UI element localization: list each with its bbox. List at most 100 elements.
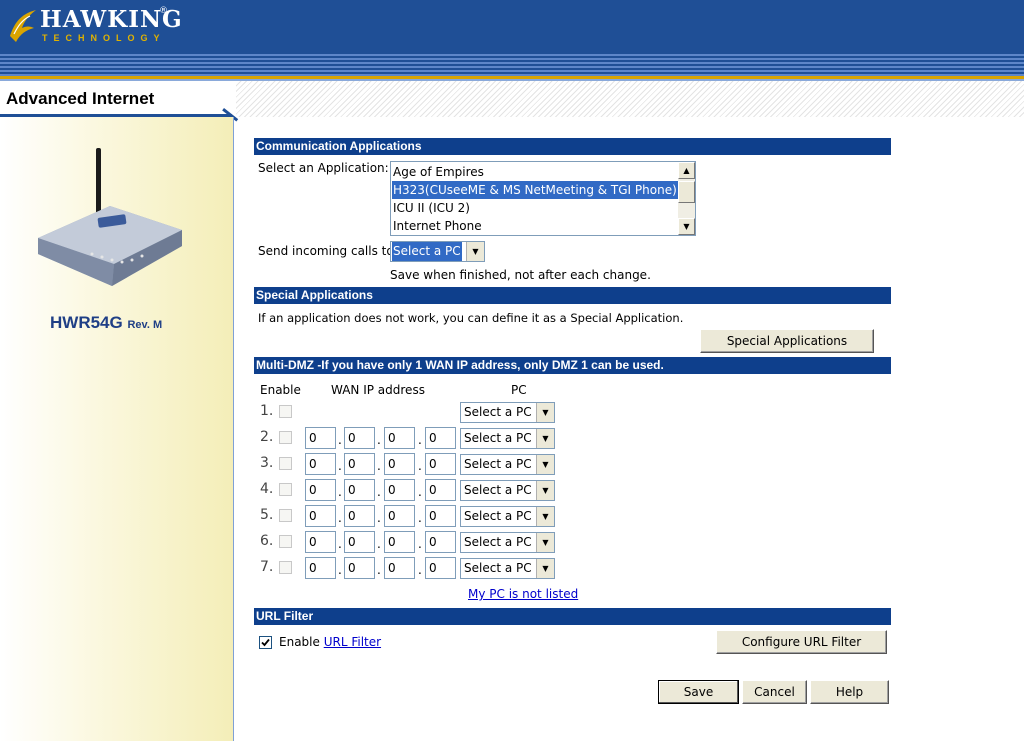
- dmz-ip-octet-4[interactable]: 0: [425, 427, 456, 449]
- save-button[interactable]: Save: [658, 680, 739, 704]
- configure-url-filter-button[interactable]: Configure URL Filter: [716, 630, 887, 654]
- dmz-ip-octet-3[interactable]: 0: [384, 531, 415, 553]
- ip-dot: .: [338, 537, 342, 551]
- router-image: [38, 148, 182, 286]
- chevron-down-icon[interactable]: ▼: [536, 481, 554, 500]
- dmz-pc-select[interactable]: Select a PC ▼: [460, 558, 555, 579]
- dmz-ip-octet-1[interactable]: 0: [305, 531, 336, 553]
- special-applications-button[interactable]: Special Applications: [700, 329, 874, 353]
- dmz-pc-select[interactable]: Select a PC ▼: [460, 402, 555, 423]
- scroll-thumb[interactable]: [678, 181, 695, 203]
- dmz-ip-octet-4[interactable]: 0: [425, 505, 456, 527]
- ip-dot: .: [377, 433, 381, 447]
- dmz-ip-octet-4[interactable]: 0: [425, 557, 456, 579]
- dmz-ip-octet-2[interactable]: 0: [344, 427, 375, 449]
- dmz-pc-value: Select a PC: [464, 535, 532, 549]
- chevron-down-icon[interactable]: ▼: [466, 242, 484, 261]
- dmz-ip-octet-3[interactable]: 0: [384, 453, 415, 475]
- model-number: HWR54G: [50, 313, 123, 332]
- help-button[interactable]: Help: [810, 680, 889, 704]
- dmz-ip-octet-2[interactable]: 0: [344, 557, 375, 579]
- chevron-down-icon[interactable]: ▼: [536, 507, 554, 526]
- dmz-ip-octet-3[interactable]: 0: [384, 505, 415, 527]
- ip-dot: .: [338, 459, 342, 473]
- header-stripes: [0, 52, 1024, 76]
- dmz-enable-checkbox[interactable]: [279, 405, 292, 418]
- dmz-enable-checkbox[interactable]: [279, 483, 292, 496]
- ip-dot: .: [338, 511, 342, 525]
- dmz-ip-octet-1[interactable]: 0: [305, 557, 336, 579]
- chevron-down-icon[interactable]: ▼: [536, 533, 554, 552]
- dmz-row-number: 7.: [260, 559, 274, 575]
- select-application-label: Select an Application:: [258, 161, 389, 175]
- ip-dot: .: [338, 563, 342, 577]
- dmz-pc-value: Select a PC: [464, 509, 532, 523]
- dmz-ip-octet-4[interactable]: 0: [425, 479, 456, 501]
- listbox-scrollbar[interactable]: ▲ ▼: [678, 162, 695, 235]
- dmz-pc-select[interactable]: Select a PC ▼: [460, 454, 555, 475]
- dmz-ip-octet-3[interactable]: 0: [384, 557, 415, 579]
- dmz-ip-octet-2[interactable]: 0: [344, 479, 375, 501]
- send-calls-label: Send incoming calls to:: [258, 244, 398, 258]
- dmz-enable-checkbox[interactable]: [279, 535, 292, 548]
- dmz-ip-octet-1[interactable]: 0: [305, 479, 336, 501]
- dmz-pc-value: Select a PC: [464, 405, 532, 419]
- dmz-pc-select[interactable]: Select a PC ▼: [460, 506, 555, 527]
- ip-dot: .: [418, 537, 422, 551]
- chevron-down-icon[interactable]: ▼: [536, 403, 554, 422]
- dmz-row-number: 2.: [260, 429, 274, 445]
- ip-dot: .: [418, 485, 422, 499]
- save-note: Save when finished, not after each chang…: [390, 268, 651, 282]
- section-multi-dmz: Multi-DMZ -If you have only 1 WAN IP add…: [254, 357, 891, 374]
- title-hatch-pattern: [236, 81, 1024, 117]
- section-url-filter: URL Filter: [254, 608, 891, 625]
- dmz-ip-octet-3[interactable]: 0: [384, 427, 415, 449]
- list-item[interactable]: ICU II (ICU 2): [393, 199, 470, 217]
- dmz-ip-octet-1[interactable]: 0: [305, 505, 336, 527]
- dmz-ip-octet-2[interactable]: 0: [344, 505, 375, 527]
- dmz-ip-octet-4[interactable]: 0: [425, 453, 456, 475]
- special-desc: If an application does not work, you can…: [258, 311, 684, 325]
- chevron-down-icon[interactable]: ▼: [536, 455, 554, 474]
- dmz-ip-octet-1[interactable]: 0: [305, 453, 336, 475]
- ip-dot: .: [418, 433, 422, 447]
- dmz-enable-checkbox[interactable]: [279, 457, 292, 470]
- dmz-pc-select[interactable]: Select a PC ▼: [460, 428, 555, 449]
- dmz-ip-octet-1[interactable]: 0: [305, 427, 336, 449]
- dmz-ip-octet-3[interactable]: 0: [384, 479, 415, 501]
- ip-dot: .: [418, 511, 422, 525]
- dmz-pc-value: Select a PC: [464, 457, 532, 471]
- application-listbox[interactable]: Age of Empires H323(CUseeME & MS NetMeet…: [390, 161, 696, 236]
- dmz-pc-value: Select a PC: [464, 431, 532, 445]
- dmz-ip-octet-4[interactable]: 0: [425, 531, 456, 553]
- model-revision: Rev. M: [127, 319, 163, 331]
- chevron-down-icon[interactable]: ▼: [536, 559, 554, 578]
- scroll-down-icon[interactable]: ▼: [678, 218, 695, 235]
- dmz-row-number: 5.: [260, 507, 274, 523]
- dmz-row-number: 3.: [260, 455, 274, 471]
- dmz-enable-checkbox[interactable]: [279, 431, 292, 444]
- dmz-enable-checkbox[interactable]: [279, 509, 292, 522]
- dmz-ip-octet-2[interactable]: 0: [344, 453, 375, 475]
- url-filter-link[interactable]: URL Filter: [324, 635, 381, 649]
- dmz-row-number: 1.: [260, 403, 274, 419]
- my-pc-not-listed-link[interactable]: My PC is not listed: [468, 587, 578, 601]
- dmz-ip-octet-2[interactable]: 0: [344, 531, 375, 553]
- ip-dot: .: [377, 511, 381, 525]
- url-filter-checkbox[interactable]: [259, 636, 272, 649]
- ip-dot: .: [418, 563, 422, 577]
- dmz-pc-value: Select a PC: [464, 483, 532, 497]
- scroll-up-icon[interactable]: ▲: [678, 162, 695, 179]
- dmz-pc-select[interactable]: Select a PC ▼: [460, 480, 555, 501]
- dmz-enable-checkbox[interactable]: [279, 561, 292, 574]
- dmz-row-number: 6.: [260, 533, 274, 549]
- cancel-button[interactable]: Cancel: [742, 680, 807, 704]
- dmz-pc-select[interactable]: Select a PC ▼: [460, 532, 555, 553]
- section-special-applications: Special Applications: [254, 287, 891, 304]
- send-calls-select[interactable]: Select a PC ▼: [390, 241, 485, 262]
- list-item[interactable]: Age of Empires: [393, 163, 484, 181]
- list-item-selected[interactable]: H323(CUseeME & MS NetMeeting & TGI Phone…: [392, 181, 679, 199]
- col-wan-ip: WAN IP address: [331, 383, 425, 397]
- chevron-down-icon[interactable]: ▼: [536, 429, 554, 448]
- list-item[interactable]: Internet Phone: [393, 217, 482, 235]
